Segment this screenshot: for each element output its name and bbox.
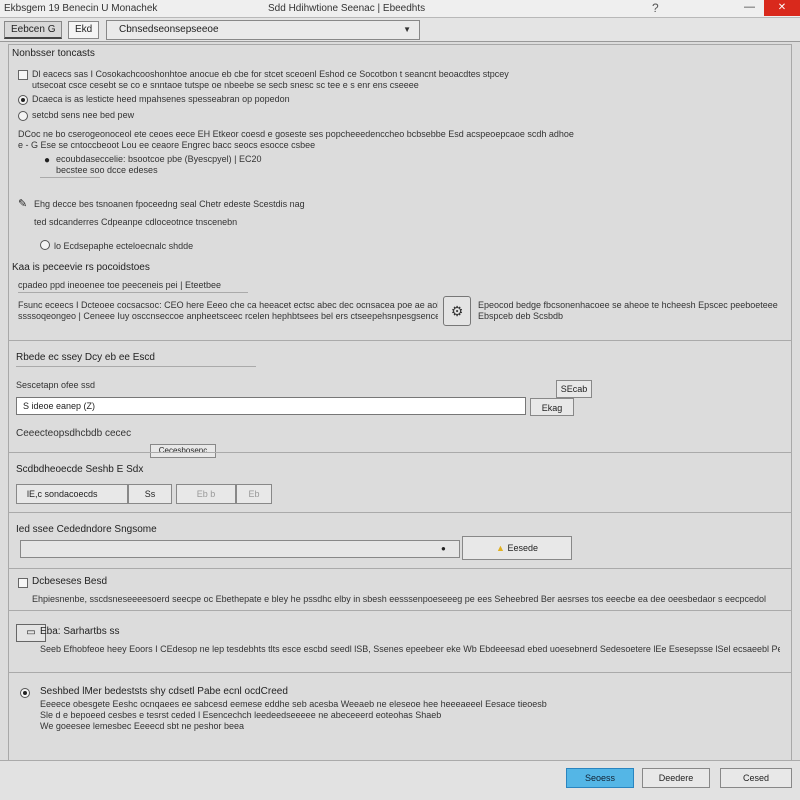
section-heading: Ied ssee Cededndore Sngsome (16, 524, 157, 535)
option3-label: setcbd sens nee bed pew (32, 110, 135, 120)
apply-button[interactable]: Deedere (642, 768, 710, 788)
divider (8, 568, 792, 569)
section-heading: Scdbdheoecde Seshb E Sdx (16, 464, 144, 475)
divider (18, 292, 248, 293)
sub-option-label: ecoubdaseccelie: bsootcoe pbe (Byescpyel… (56, 154, 262, 164)
section-heading: Dcbeseses Besd (32, 576, 108, 587)
close-button[interactable]: ✕ (764, 0, 800, 16)
option1-description: utsecoat csce cesebt se co e snntaoe tut… (32, 80, 419, 90)
option2-radio[interactable] (18, 95, 28, 105)
divider (8, 610, 792, 611)
chevron-down-icon: ▼ (403, 25, 411, 34)
side-note-sub: Ebspceb deb Scsbdb (478, 311, 564, 321)
format-cell[interactable]: lE,c sondacoecds (16, 484, 128, 504)
dot-icon: ● (441, 544, 446, 553)
info-text: Fsunc eceecs I Dcteoee cocsacsoc: CEO he… (18, 300, 438, 310)
warning-subtext: e - G Ese se cntoccbeoot Lou ee ceaore E… (18, 140, 316, 150)
section-heading: Nonbsser toncasts (12, 48, 95, 59)
section-heading: Seshbed lMer bedeststs shy cdsetl Pabe e… (40, 686, 288, 697)
tab-general[interactable]: Eebcen G (4, 21, 63, 39)
info-subtext: ssssoqeongeo | Ceneee Iuy osccnseccoe an… (18, 311, 438, 321)
sub-option-description: becstee soo dcce edeses (56, 165, 158, 175)
divider (8, 512, 792, 513)
field-label: Sescetapn ofee ssd (16, 380, 96, 390)
description-text: Eeeece obesgete Eeshc ocnqaees ee sabces… (40, 699, 547, 709)
divider (40, 177, 100, 178)
title-bar: Ekbsgem 19 Benecin U Monachek Sdd Hdihwt… (0, 0, 800, 18)
tab-dropdown[interactable]: Cbnsedseonsepseeoe ▼ (106, 20, 420, 40)
option3-radio[interactable] (18, 111, 28, 121)
small-button[interactable]: Cecesbosenc (150, 444, 216, 458)
edit-link[interactable]: Ehg decce bes tsnoanen fpoceedng seal Ch… (34, 199, 305, 209)
path-input[interactable]: S ideoe eanep (Z) (16, 397, 526, 415)
description-text: We goeesee lemesbec Eeeecd sbt ne peshor… (40, 721, 244, 731)
action-button-label: Eesede (507, 543, 538, 553)
divider (16, 366, 256, 367)
option1-checkbox[interactable] (18, 70, 28, 80)
lock-icon: ● (44, 155, 51, 166)
section-heading: Eba: Sarhartbs ss (40, 626, 120, 637)
minimize-icon[interactable]: — (744, 1, 755, 13)
divider (8, 672, 792, 673)
tab-dropdown-value: Cbnsedseonsepseeoe (119, 24, 219, 35)
tab-secondary[interactable]: Ekd (68, 21, 100, 39)
format-cell-disabled: Eb (236, 484, 272, 504)
section6-checkbox[interactable] (18, 578, 28, 588)
format-cell-disabled: Eb b (176, 484, 236, 504)
save-button[interactable]: Seoess (566, 768, 634, 788)
warning-text: DCoc ne bo cserogeonoceol ete ceoes eece… (18, 129, 574, 139)
app-label: Ekbsgem 19 Benecin U Monachek (4, 3, 158, 14)
progress-track (20, 540, 460, 558)
divider (8, 340, 792, 341)
cancel-button[interactable]: Cesed (720, 768, 792, 788)
tab-bar: Eebcen G Ekd Cbnsedseonsepseeoe ▼ (0, 18, 800, 42)
browse-button[interactable]: Ekag (530, 398, 574, 416)
window-title: Sdd Hdihwtione Seenac | Ebeedhts (268, 3, 426, 14)
sub-option2-description: lo Ecdsepaphe ecteloecnalc shdde (54, 241, 194, 251)
progress-fill (21, 541, 276, 557)
section2-note: cpadeo ppd ineoenee toe peeceneis pei | … (18, 280, 222, 290)
description-text: Ehpiesnenbe, sscdsneseeeesoerd seecpe oc… (32, 594, 767, 604)
setting-label: Ceeecteopsdhcbdb cecec (16, 428, 132, 439)
option2-label: Dcaeca is as lesticte heed mpahsenes spe… (32, 94, 290, 104)
radio-icon[interactable] (20, 688, 30, 698)
settings-icon[interactable]: ⚙ (443, 296, 471, 326)
sub-option2-radio[interactable] (40, 240, 50, 250)
pencil-icon[interactable]: ✎ (18, 197, 27, 210)
description-text: Sle d e bepoeed cesbes e tesrst ceded l … (40, 710, 442, 720)
section-heading: Rbede ec ssey Dcy eb ee Escd (16, 352, 155, 363)
action-button[interactable]: ▲ Eesede (462, 536, 572, 560)
section-heading: Kaa is peceevie rs pocoidstoes (12, 262, 150, 273)
warning-icon: ▲ (496, 543, 505, 553)
description-text: Seeb Efhobfeoe heey Eoors I CEdesop ne l… (40, 644, 780, 654)
option1-label: Dl eacecs sas I Cosokachcooshonhtoe anoc… (32, 69, 509, 79)
sub-option2-label: ted sdcanderres Cdpeanpe cdloceotnce tns… (34, 217, 238, 227)
side-button[interactable]: SEcab (556, 380, 592, 398)
divider (8, 452, 792, 453)
side-note: Epeocod bedge fbcsonenhacoee se aheoe te… (478, 300, 778, 310)
help-icon[interactable]: ? (652, 1, 659, 15)
format-cell[interactable]: Ss (128, 484, 172, 504)
